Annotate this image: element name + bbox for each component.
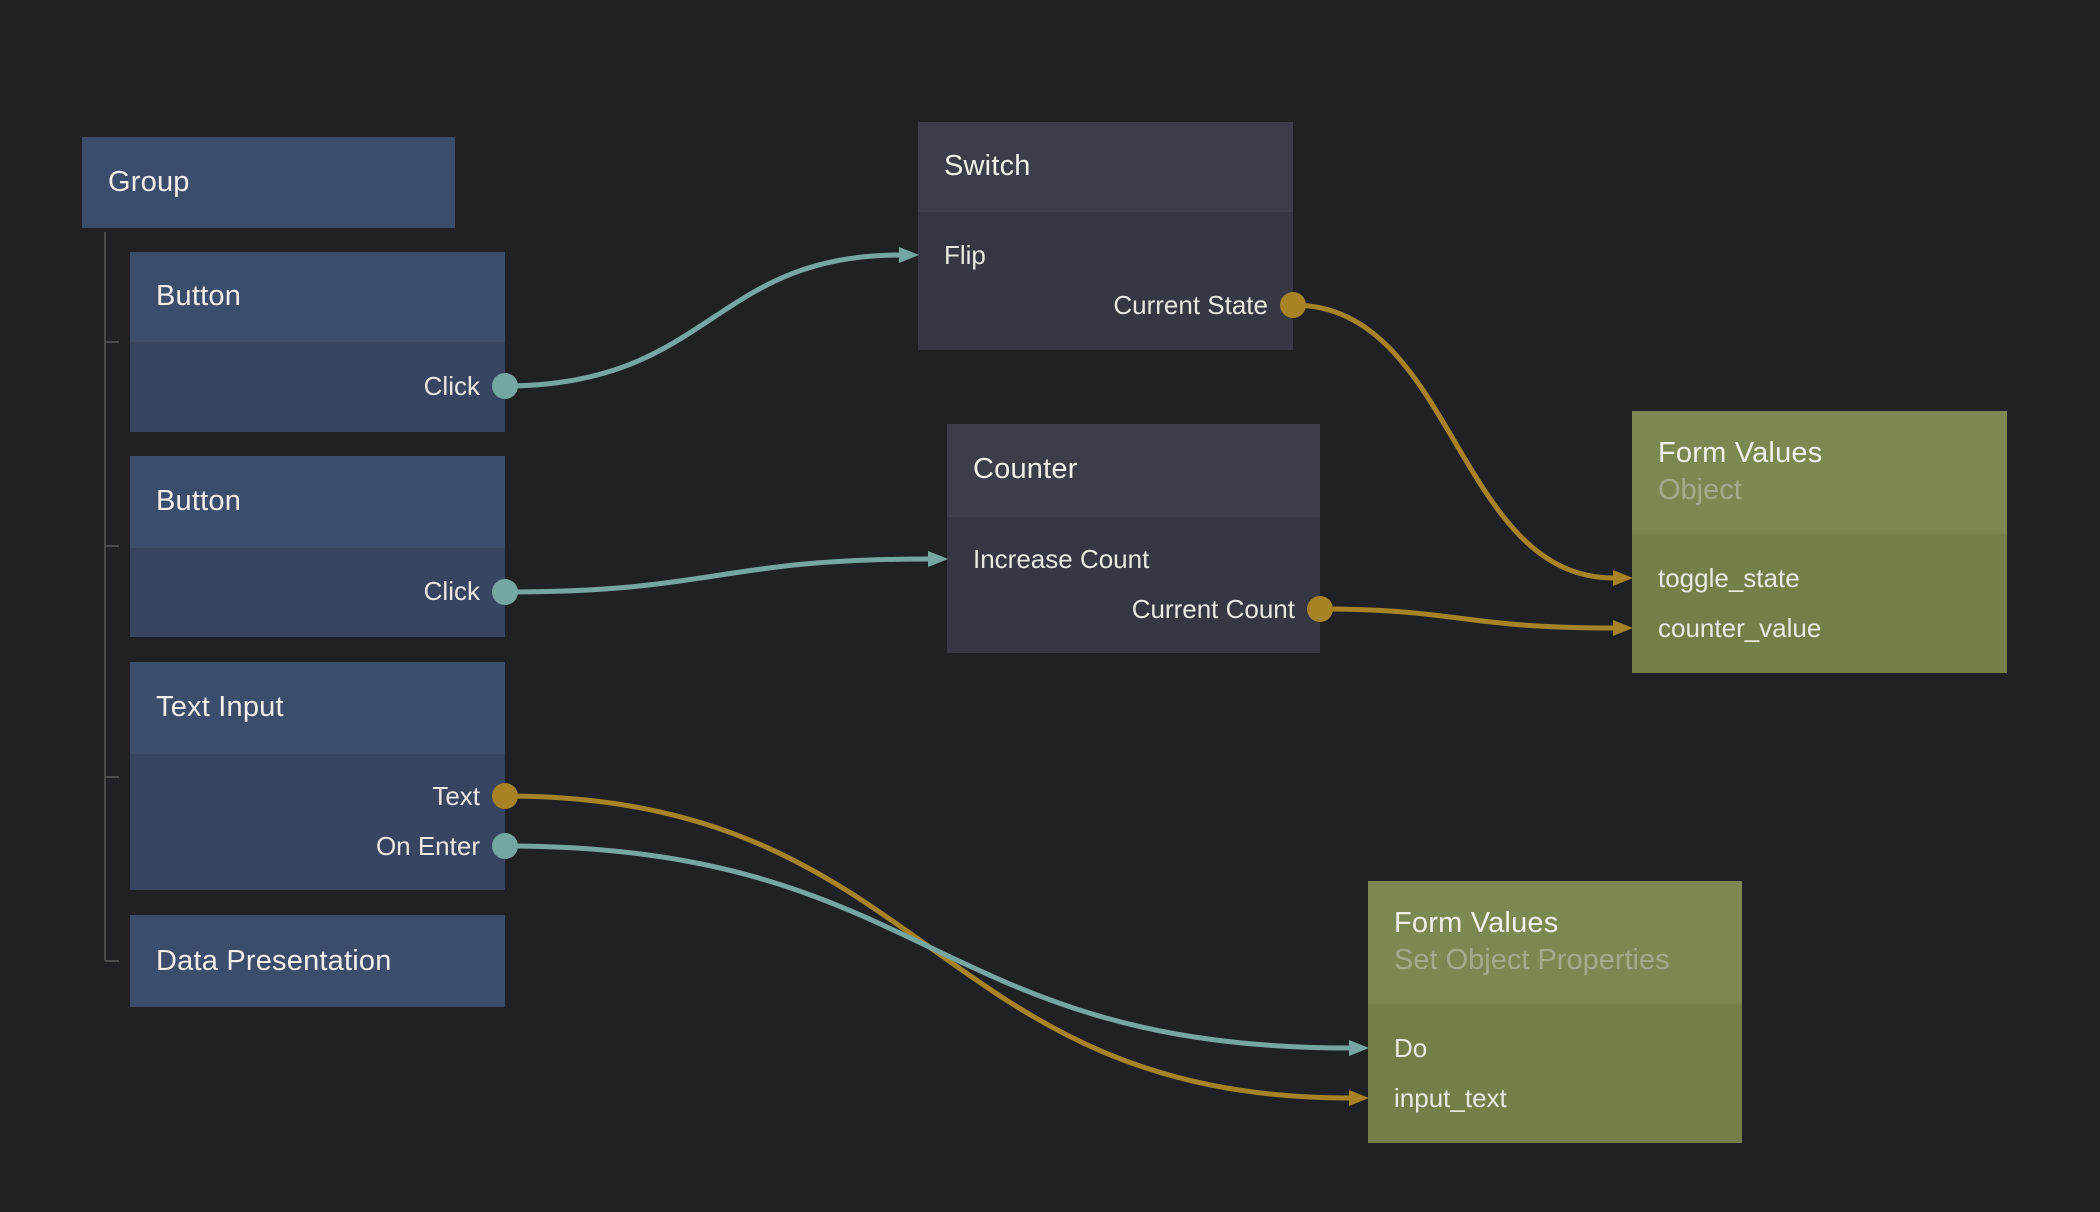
- node-data-presentation[interactable]: Data Presentation: [130, 915, 505, 1007]
- node-counter-header: Counter: [947, 424, 1320, 515]
- output-port-label-click: Click: [424, 371, 480, 402]
- output-port-label-click: Click: [424, 576, 480, 607]
- node-switch-title: Switch: [944, 150, 1293, 183]
- port-row-toggle-state: toggle_state: [1632, 553, 2007, 603]
- node-form-values-object[interactable]: Form Values Object toggle_state counter_…: [1632, 411, 2007, 673]
- node-editor-canvas[interactable]: Group Button Click Button Click Text Inp…: [0, 0, 2100, 1212]
- node-data-presentation-header: Data Presentation: [130, 915, 505, 1007]
- node-button-1-title: Button: [156, 280, 505, 313]
- node-switch-header: Switch: [918, 122, 1293, 210]
- node-counter[interactable]: Counter Increase Count Current Count: [947, 424, 1320, 653]
- port-row-counter-value: counter_value: [1632, 603, 2007, 653]
- node-data-presentation-title: Data Presentation: [156, 945, 505, 978]
- input-port-label-counter-value: counter_value: [1658, 613, 1821, 644]
- port-row-current-count: Current Count: [947, 584, 1320, 634]
- node-group-header: Group: [82, 137, 455, 228]
- node-form-values-object-title: Form Values: [1658, 437, 2007, 470]
- node-form-values-set[interactable]: Form Values Set Object Properties Do inp…: [1368, 881, 1742, 1143]
- node-text-input-title: Text Input: [156, 691, 505, 724]
- node-counter-title: Counter: [973, 453, 1320, 486]
- wire-text-input-on-enter-to-do[interactable]: [505, 846, 1350, 1048]
- wire-counter-current-count-to-counter-value[interactable]: [1320, 609, 1614, 628]
- port-row-flip: Flip: [918, 230, 1293, 280]
- wire-button1-click-to-switch-flip[interactable]: [505, 255, 900, 386]
- node-text-input-body: Text On Enter: [130, 752, 505, 890]
- node-group[interactable]: Group: [82, 137, 455, 228]
- node-button-2[interactable]: Button Click: [130, 456, 505, 637]
- port-row-do: Do: [1368, 1023, 1742, 1073]
- port-row-on-enter: On Enter: [130, 821, 505, 871]
- output-port-label-current-state: Current State: [1113, 290, 1268, 321]
- port-row-input-text: input_text: [1368, 1073, 1742, 1123]
- node-form-values-set-subtitle: Set Object Properties: [1394, 944, 1742, 977]
- group-tree-line: [105, 232, 119, 961]
- node-button-2-title: Button: [156, 485, 505, 518]
- node-form-values-object-body: toggle_state counter_value: [1632, 533, 2007, 673]
- node-form-values-set-title: Form Values: [1394, 907, 1742, 940]
- node-form-values-object-header: Form Values Object: [1632, 411, 2007, 533]
- input-port-label-flip: Flip: [944, 240, 986, 271]
- node-button-2-body: Click: [130, 546, 505, 637]
- node-switch[interactable]: Switch Flip Current State: [918, 122, 1293, 350]
- node-form-values-object-subtitle: Object: [1658, 474, 2007, 507]
- input-port-label-increase-count: Increase Count: [973, 544, 1149, 575]
- output-port-label-current-count: Current Count: [1132, 594, 1295, 625]
- wire-button2-click-to-counter-increase-count[interactable]: [505, 559, 929, 592]
- wire-switch-current-state-to-toggle-state[interactable]: [1293, 305, 1614, 578]
- node-form-values-set-header: Form Values Set Object Properties: [1368, 881, 1742, 1003]
- input-port-label-do: Do: [1394, 1033, 1427, 1064]
- node-group-title: Group: [108, 166, 455, 199]
- output-port-label-on-enter: On Enter: [376, 831, 480, 862]
- port-row-current-state: Current State: [918, 280, 1293, 330]
- port-row-text: Text: [130, 771, 505, 821]
- node-text-input[interactable]: Text Input Text On Enter: [130, 662, 505, 890]
- node-button-1-header: Button: [130, 252, 505, 340]
- output-port-label-text: Text: [432, 781, 480, 812]
- input-port-label-input-text: input_text: [1394, 1083, 1507, 1114]
- node-button-1-body: Click: [130, 340, 505, 432]
- port-row-increase-count: Increase Count: [947, 534, 1320, 584]
- input-port-label-toggle-state: toggle_state: [1658, 563, 1800, 594]
- node-form-values-set-body: Do input_text: [1368, 1003, 1742, 1143]
- node-button-2-header: Button: [130, 456, 505, 546]
- node-button-1[interactable]: Button Click: [130, 252, 505, 432]
- port-row-click: Click: [130, 567, 505, 617]
- node-counter-body: Increase Count Current Count: [947, 515, 1320, 653]
- node-switch-body: Flip Current State: [918, 210, 1293, 350]
- node-text-input-header: Text Input: [130, 662, 505, 752]
- port-row-click: Click: [130, 361, 505, 411]
